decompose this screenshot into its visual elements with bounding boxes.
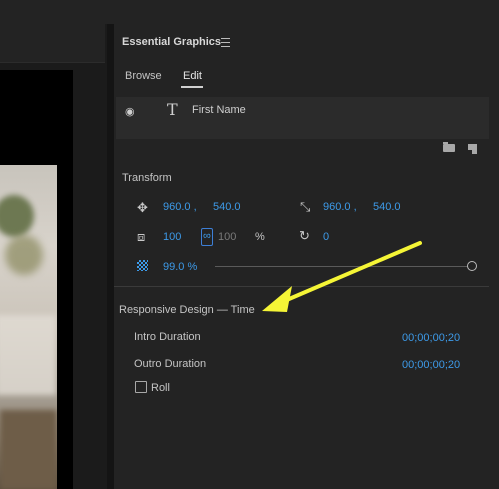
top-bar bbox=[0, 0, 499, 24]
scale-unit: % bbox=[255, 231, 265, 243]
rotation-value[interactable]: 0 bbox=[323, 231, 329, 243]
video-preview-image bbox=[0, 165, 57, 489]
active-tab-underline bbox=[181, 86, 203, 88]
opacity-slider-handle[interactable] bbox=[467, 261, 477, 271]
opacity-value[interactable]: 99.0 % bbox=[163, 261, 197, 273]
outro-duration-label: Outro Duration bbox=[134, 358, 207, 370]
essential-graphics-panel: Essential Graphics Browse Edit ◉ T First… bbox=[114, 24, 499, 489]
tab-edit[interactable]: Edit bbox=[183, 70, 202, 82]
layer-list: ◉ T First Name bbox=[116, 97, 489, 139]
scale-value[interactable]: 100 bbox=[163, 231, 181, 243]
responsive-heading: Responsive Design — Time bbox=[119, 304, 255, 316]
position-y-value[interactable]: 540.0 bbox=[213, 201, 241, 213]
tab-browse[interactable]: Browse bbox=[125, 70, 162, 82]
position-move-icon: ✥ bbox=[137, 200, 148, 215]
roll-label[interactable]: Roll bbox=[151, 382, 170, 394]
rotation-icon: ↻ bbox=[299, 228, 310, 243]
position-x-value[interactable]: 960.0 , bbox=[163, 201, 197, 213]
opacity-icon bbox=[137, 260, 148, 271]
monitor-header bbox=[0, 24, 105, 63]
eye-icon[interactable]: ◉ bbox=[125, 105, 135, 118]
anchor-point-icon: ⤡ bbox=[300, 199, 311, 214]
panel-divider[interactable] bbox=[107, 24, 114, 489]
opacity-slider[interactable] bbox=[215, 266, 469, 267]
intro-duration-value[interactable]: 00;00;00;20 bbox=[402, 332, 460, 344]
roll-checkbox[interactable] bbox=[135, 381, 147, 393]
link-icon: ∞ bbox=[203, 230, 211, 242]
text-layer-icon: T bbox=[167, 100, 178, 119]
layer-name[interactable]: First Name bbox=[192, 104, 246, 116]
transform-heading: Transform bbox=[122, 172, 172, 184]
intro-duration-label: Intro Duration bbox=[134, 331, 201, 343]
section-divider bbox=[114, 286, 489, 287]
scale-link-toggle[interactable]: ∞ bbox=[201, 228, 213, 246]
anchor-x-value[interactable]: 960.0 , bbox=[323, 201, 357, 213]
anchor-y-value[interactable]: 540.0 bbox=[373, 201, 401, 213]
outro-duration-value[interactable]: 00;00;00;20 bbox=[402, 359, 460, 371]
panel-menu-icon[interactable] bbox=[221, 38, 230, 47]
new-layer-icon[interactable] bbox=[468, 144, 477, 154]
scale-linked-value: 100 bbox=[218, 231, 237, 243]
scale-icon: ⧈ bbox=[137, 229, 146, 244]
panel-title: Essential Graphics bbox=[122, 36, 222, 48]
new-group-folder-icon[interactable] bbox=[443, 142, 455, 152]
